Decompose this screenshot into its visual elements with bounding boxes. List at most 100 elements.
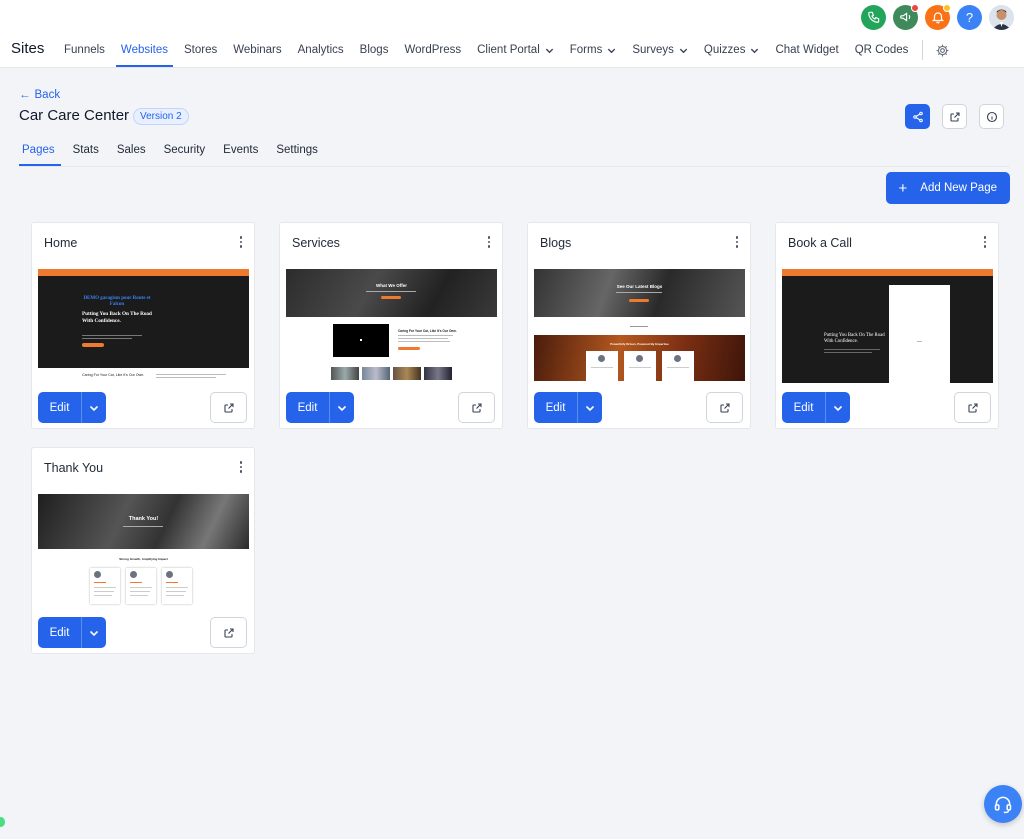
page-thumbnail[interactable]: See Our Latest Blogs Powerfully Driven, …: [534, 269, 745, 383]
nav-chat-widget[interactable]: Chat Widget: [767, 33, 846, 67]
nav-forms[interactable]: Forms: [562, 33, 625, 67]
more-options-icon[interactable]: [236, 459, 246, 475]
page-card-title: Services: [292, 236, 340, 250]
header-actions: [905, 104, 1004, 129]
tab-sales[interactable]: Sales: [108, 134, 155, 166]
notification-dot: [943, 3, 951, 12]
tab-events[interactable]: Events: [214, 134, 267, 166]
nav-webinars[interactable]: Webinars: [225, 33, 289, 67]
external-link-icon: [719, 402, 730, 413]
nav-wordpress[interactable]: WordPress: [396, 33, 469, 67]
edit-button[interactable]: Edit: [286, 392, 329, 423]
edit-dropdown-button[interactable]: [81, 617, 106, 648]
nav-stores[interactable]: Stores: [176, 33, 225, 67]
more-options-icon[interactable]: [484, 234, 494, 250]
app-title: Sites: [11, 40, 45, 57]
tab-security[interactable]: Security: [155, 134, 215, 166]
edit-dropdown-button[interactable]: [577, 392, 602, 423]
nav-quizzes[interactable]: Quizzes: [696, 33, 768, 67]
megaphone-icon[interactable]: [893, 3, 919, 30]
arrow-left-icon: ←: [19, 89, 31, 101]
external-link-icon: [223, 627, 234, 638]
chevron-down-icon: [337, 405, 347, 411]
edit-button-group: Edit: [38, 392, 106, 423]
chevron-down-icon: [545, 48, 553, 53]
tab-stats[interactable]: Stats: [64, 134, 108, 166]
preview-page-button[interactable]: [210, 617, 247, 648]
page-thumbnail[interactable]: What We Offer Caring For Your Car, Like …: [286, 269, 497, 383]
edit-button[interactable]: Edit: [782, 392, 825, 423]
open-site-button[interactable]: [942, 104, 967, 129]
help-icon[interactable]: ?: [957, 4, 982, 30]
preview-page-button[interactable]: [706, 392, 743, 423]
external-link-icon: [471, 402, 482, 413]
chevron-down-icon: [585, 405, 595, 411]
preview-page-button[interactable]: [458, 392, 495, 423]
page-card-services: Services What We Offer Caring For Your C…: [279, 222, 503, 429]
edit-dropdown-button[interactable]: [329, 392, 354, 423]
preview-page-button[interactable]: [954, 392, 991, 423]
nav-funnels[interactable]: Funnels: [56, 33, 113, 67]
status-indicator: [0, 817, 5, 827]
gear-icon[interactable]: [929, 33, 955, 67]
phone-icon[interactable]: [861, 4, 886, 30]
headset-icon: [994, 796, 1012, 814]
site-title: Car Care Center: [19, 107, 130, 124]
bell-icon[interactable]: [925, 3, 951, 30]
page-card-title: Book a Call: [788, 236, 852, 250]
more-options-icon[interactable]: [732, 234, 742, 250]
site-tabs: Pages Stats Sales Security Events Settin…: [19, 134, 327, 166]
add-new-page-button[interactable]: + Add New Page: [885, 172, 1010, 204]
nav-surveys[interactable]: Surveys: [624, 33, 696, 67]
share-icon: [912, 111, 923, 122]
info-icon: [986, 111, 997, 122]
edit-button[interactable]: Edit: [38, 617, 81, 648]
more-options-icon[interactable]: [980, 234, 990, 250]
nav-client-portal[interactable]: Client Portal: [469, 33, 562, 67]
nav-blogs[interactable]: Blogs: [352, 33, 397, 67]
info-button[interactable]: [979, 104, 1004, 129]
nav-divider: [922, 40, 924, 60]
page-card-title: Home: [44, 236, 78, 250]
main-nav: Funnels Websites Stores Webinars Analyti…: [56, 33, 955, 67]
page-card-blogs: Blogs See Our Latest Blogs Powerfully Dr…: [527, 222, 751, 429]
edit-dropdown-button[interactable]: [825, 392, 850, 423]
top-icons: ?: [861, 3, 1014, 30]
notification-dot: [911, 3, 919, 12]
nav-qr-codes[interactable]: QR Codes: [847, 33, 917, 67]
nav-analytics[interactable]: Analytics: [290, 33, 352, 67]
page-card-thank-you: Thank You Thank You! Strong Growth, Ampl…: [31, 447, 255, 654]
share-button[interactable]: [905, 104, 930, 129]
tabs-divider: [19, 166, 1009, 167]
page-card-home: Home DEMO garagism pour Route et Falcon …: [31, 222, 255, 429]
tab-settings[interactable]: Settings: [267, 134, 327, 166]
page-card-title: Thank You: [44, 461, 104, 475]
edit-dropdown-button[interactable]: [81, 392, 106, 423]
more-options-icon[interactable]: [236, 234, 246, 250]
chevron-down-icon: [751, 48, 759, 53]
edit-button-group: Edit: [782, 392, 850, 423]
edit-button-group: Edit: [534, 392, 602, 423]
chevron-down-icon: [89, 630, 99, 636]
edit-button-group: Edit: [286, 392, 354, 423]
page-thumbnail[interactable]: Putting You Back On The Road With Confid…: [782, 269, 993, 383]
edit-button-group: Edit: [38, 617, 106, 648]
external-link-icon: [223, 402, 234, 413]
back-link[interactable]: ← Back: [19, 89, 60, 101]
top-bar: ? Sites Funnels Websites Stores Webinars…: [0, 0, 1024, 68]
avatar[interactable]: [989, 4, 1014, 30]
version-badge: Version 2: [133, 108, 189, 125]
page-thumbnail[interactable]: Thank You! Strong Growth, Amplifying Imp…: [38, 494, 249, 608]
edit-button[interactable]: Edit: [38, 392, 81, 423]
page-thumbnail[interactable]: DEMO garagism pour Route et Falcon Putti…: [38, 269, 249, 383]
nav-websites[interactable]: Websites: [113, 33, 176, 67]
page-card-book-a-call: Book a Call Putting You Back On The Road…: [775, 222, 999, 429]
edit-button[interactable]: Edit: [534, 392, 577, 423]
chevron-down-icon: [89, 405, 99, 411]
page-card-title: Blogs: [540, 236, 572, 250]
preview-page-button[interactable]: [210, 392, 247, 423]
support-chat-button[interactable]: [984, 785, 1022, 823]
chevron-down-icon: [608, 48, 616, 53]
external-link-icon: [967, 402, 978, 413]
tab-pages[interactable]: Pages: [19, 134, 64, 166]
